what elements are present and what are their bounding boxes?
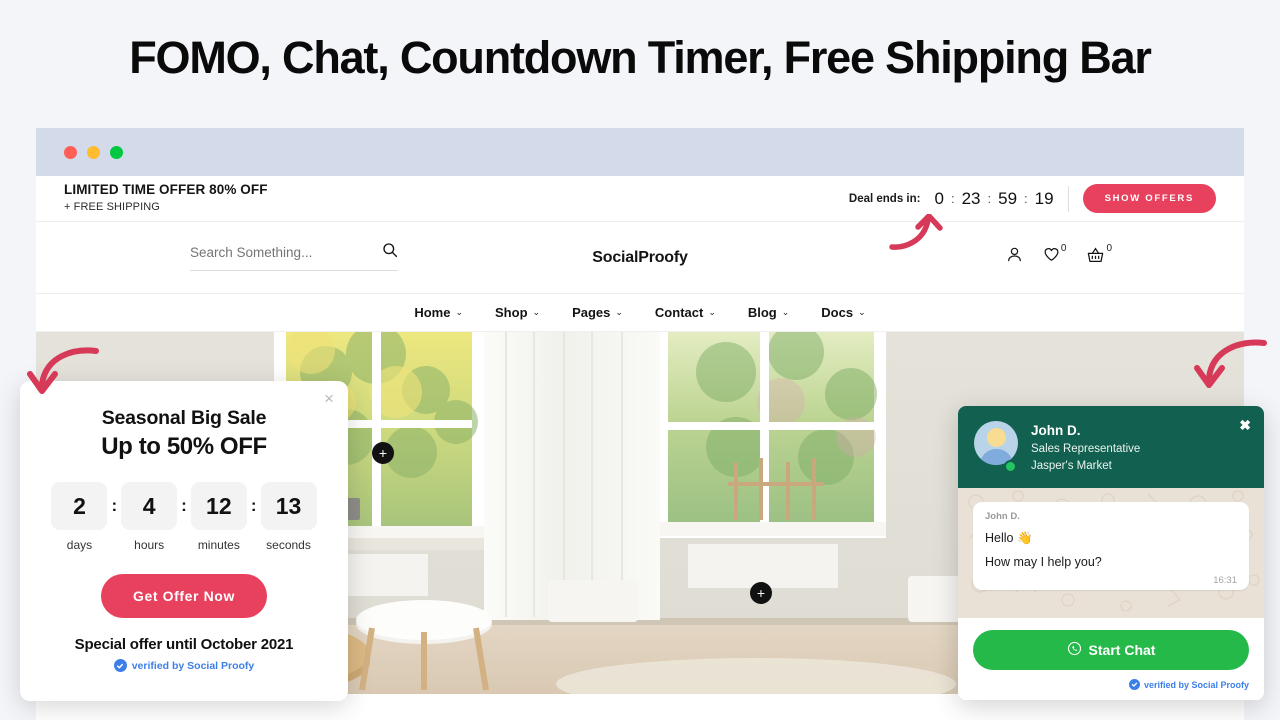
avatar-head: [987, 428, 1006, 447]
chat-agent-company: Jasper's Market: [1031, 459, 1112, 472]
nav-label-pages: Pages: [572, 305, 611, 320]
chat-message-bubble: John D. Hello 👋 How may I help you? 16:3…: [973, 502, 1249, 590]
chat-agent-role: Sales Representative: [1031, 443, 1141, 456]
window-close-dot[interactable]: [64, 145, 77, 159]
chat-message-line-2: How may I help you?: [985, 555, 1102, 569]
nav-label-home: Home: [414, 305, 451, 320]
countdown-unit-minutes: 12 minutes: [190, 482, 247, 552]
deal-sep-2: :: [987, 191, 992, 206]
deal-sep-3: :: [1024, 191, 1028, 206]
close-icon[interactable]: ×: [324, 390, 334, 407]
countdown-seconds-label: seconds: [266, 538, 311, 552]
chat-agent-info: John D. Sales Representative Jasper's Ma…: [1031, 421, 1140, 473]
deal-days: 0: [934, 188, 944, 208]
countdown-unit-days: 2 days: [51, 482, 108, 552]
account-icon[interactable]: [1006, 246, 1023, 263]
start-chat-label: Start Chat: [1088, 642, 1156, 658]
nav-item-docs[interactable]: Docs ⌄: [821, 305, 865, 320]
avatar: [974, 421, 1018, 465]
countdown-timer: 2 days : 4 hours : 12 minutes : 13 secon…: [42, 482, 326, 552]
chevron-down-icon: ⌄: [615, 307, 623, 317]
chat-agent-name: John D.: [1031, 423, 1081, 438]
start-chat-button[interactable]: Start Chat: [973, 630, 1249, 670]
page-title: FOMO, Chat, Countdown Timer, Free Shippi…: [129, 32, 1152, 83]
chat-footer: Start Chat verified by Social Proofy: [958, 618, 1264, 700]
deal-ends-label: Deal ends in:: [848, 192, 921, 205]
countdown-seconds-value: 13: [260, 482, 317, 530]
divider: [1067, 185, 1069, 212]
chevron-down-icon: ⌄: [781, 307, 790, 317]
chat-verified-badge: verified by Social Proofy: [973, 679, 1249, 690]
nav-item-home[interactable]: Home ⌄: [414, 305, 463, 320]
nav-label-blog: Blog: [747, 305, 777, 320]
nav-item-contact[interactable]: Contact ⌄: [655, 305, 716, 320]
countdown-subtitle: Up to 50% OFF: [101, 433, 267, 460]
chat-message-area: John D. Hello 👋 How may I help you? 16:3…: [958, 488, 1264, 618]
verified-check-icon: [113, 659, 127, 672]
announcement-right: Deal ends in: 0 : 23 : 59 : 19 SHOW OFFE…: [849, 184, 1216, 213]
countdown-days-value: 2: [51, 482, 108, 530]
countdown-sep-3: :: [250, 496, 257, 515]
deal-seconds: 19: [1034, 188, 1054, 208]
close-icon[interactable]: ✖: [1239, 418, 1251, 432]
verified-badge: verified by Social Proofy: [42, 659, 326, 672]
chat-message-time: 16:31: [1213, 575, 1237, 586]
screenshot-root: FOMO, Chat, Countdown Timer, Free Shippi…: [0, 0, 1280, 720]
get-offer-now-button[interactable]: Get Offer Now: [101, 574, 267, 618]
announcement-title: LIMITED TIME OFFER 80% OFF: [64, 182, 268, 198]
site-header: SocialProofy 0: [36, 222, 1244, 294]
header-icon-group: 0 0: [1006, 243, 1112, 264]
countdown-footer-text: Special offer until October 2021: [74, 636, 294, 653]
nav-item-pages[interactable]: Pages ⌄: [572, 305, 623, 320]
countdown-popup: × Seasonal Big Sale Up to 50% OFF 2 days…: [20, 381, 348, 701]
nav-label-shop: Shop: [495, 305, 528, 320]
window-maximize-dot[interactable]: [110, 145, 123, 159]
cart-count: 0: [1106, 243, 1112, 254]
online-status-dot: [1004, 460, 1017, 473]
main-nav: Home ⌄ Shop ⌄ Pages ⌄ Contact ⌄ Blog ⌄ D…: [36, 294, 1244, 332]
verified-label: verified by Social Proofy: [131, 659, 255, 672]
verified-check-icon: [1128, 679, 1140, 690]
countdown-minutes-value: 12: [190, 482, 247, 530]
nav-item-blog[interactable]: Blog ⌄: [748, 305, 789, 320]
nav-label-docs: Docs: [821, 305, 854, 320]
countdown-days-label: days: [66, 538, 93, 552]
countdown-unit-hours: 4 hours: [121, 482, 178, 552]
chevron-down-icon: ⌄: [708, 307, 716, 317]
hotspot-marker[interactable]: +: [750, 582, 772, 604]
countdown-sep-1: :: [111, 496, 118, 515]
wishlist-heart-icon[interactable]: 0: [1043, 243, 1067, 263]
announcement-bar: LIMITED TIME OFFER 80% OFF + FREE SHIPPI…: [36, 176, 1244, 222]
nav-label-contact: Contact: [654, 305, 704, 320]
show-offers-button[interactable]: SHOW OFFERS: [1082, 184, 1216, 213]
chevron-down-icon: ⌄: [858, 307, 866, 317]
deal-sep-1: :: [950, 191, 955, 206]
countdown-minutes-label: minutes: [197, 538, 240, 552]
announcement-text: LIMITED TIME OFFER 80% OFF + FREE SHIPPI…: [64, 182, 268, 215]
wishlist-count: 0: [1060, 243, 1067, 254]
chevron-down-icon: ⌄: [455, 307, 464, 317]
deal-hours: 23: [961, 188, 981, 208]
nav-item-shop[interactable]: Shop ⌄: [495, 305, 540, 320]
countdown-title: Seasonal Big Sale: [101, 407, 267, 429]
countdown-sep-2: :: [181, 496, 187, 515]
chevron-down-icon: ⌄: [532, 307, 541, 317]
announcement-subtitle: + FREE SHIPPING: [64, 201, 160, 214]
deal-minutes: 59: [998, 188, 1018, 208]
chat-message-line-1: Hello 👋: [985, 531, 1033, 545]
whatsapp-icon: [1067, 641, 1082, 659]
chat-widget: John D. Sales Representative Jasper's Ma…: [958, 406, 1264, 700]
chat-header: John D. Sales Representative Jasper's Ma…: [958, 406, 1264, 488]
hotspot-marker[interactable]: +: [372, 442, 394, 464]
deal-countdown: 0 : 23 : 59 : 19: [934, 189, 1053, 209]
window-minimize-dot[interactable]: [87, 145, 100, 159]
countdown-hours-label: hours: [134, 538, 165, 552]
chat-verified-label: verified by Social Proofy: [1143, 679, 1249, 690]
chat-message-sender: John D.: [985, 511, 1020, 522]
cart-basket-icon[interactable]: 0: [1086, 243, 1112, 264]
browser-chrome-bar: [36, 128, 1244, 176]
countdown-unit-seconds: 13 seconds: [260, 482, 317, 552]
countdown-hours-value: 4: [121, 482, 178, 530]
